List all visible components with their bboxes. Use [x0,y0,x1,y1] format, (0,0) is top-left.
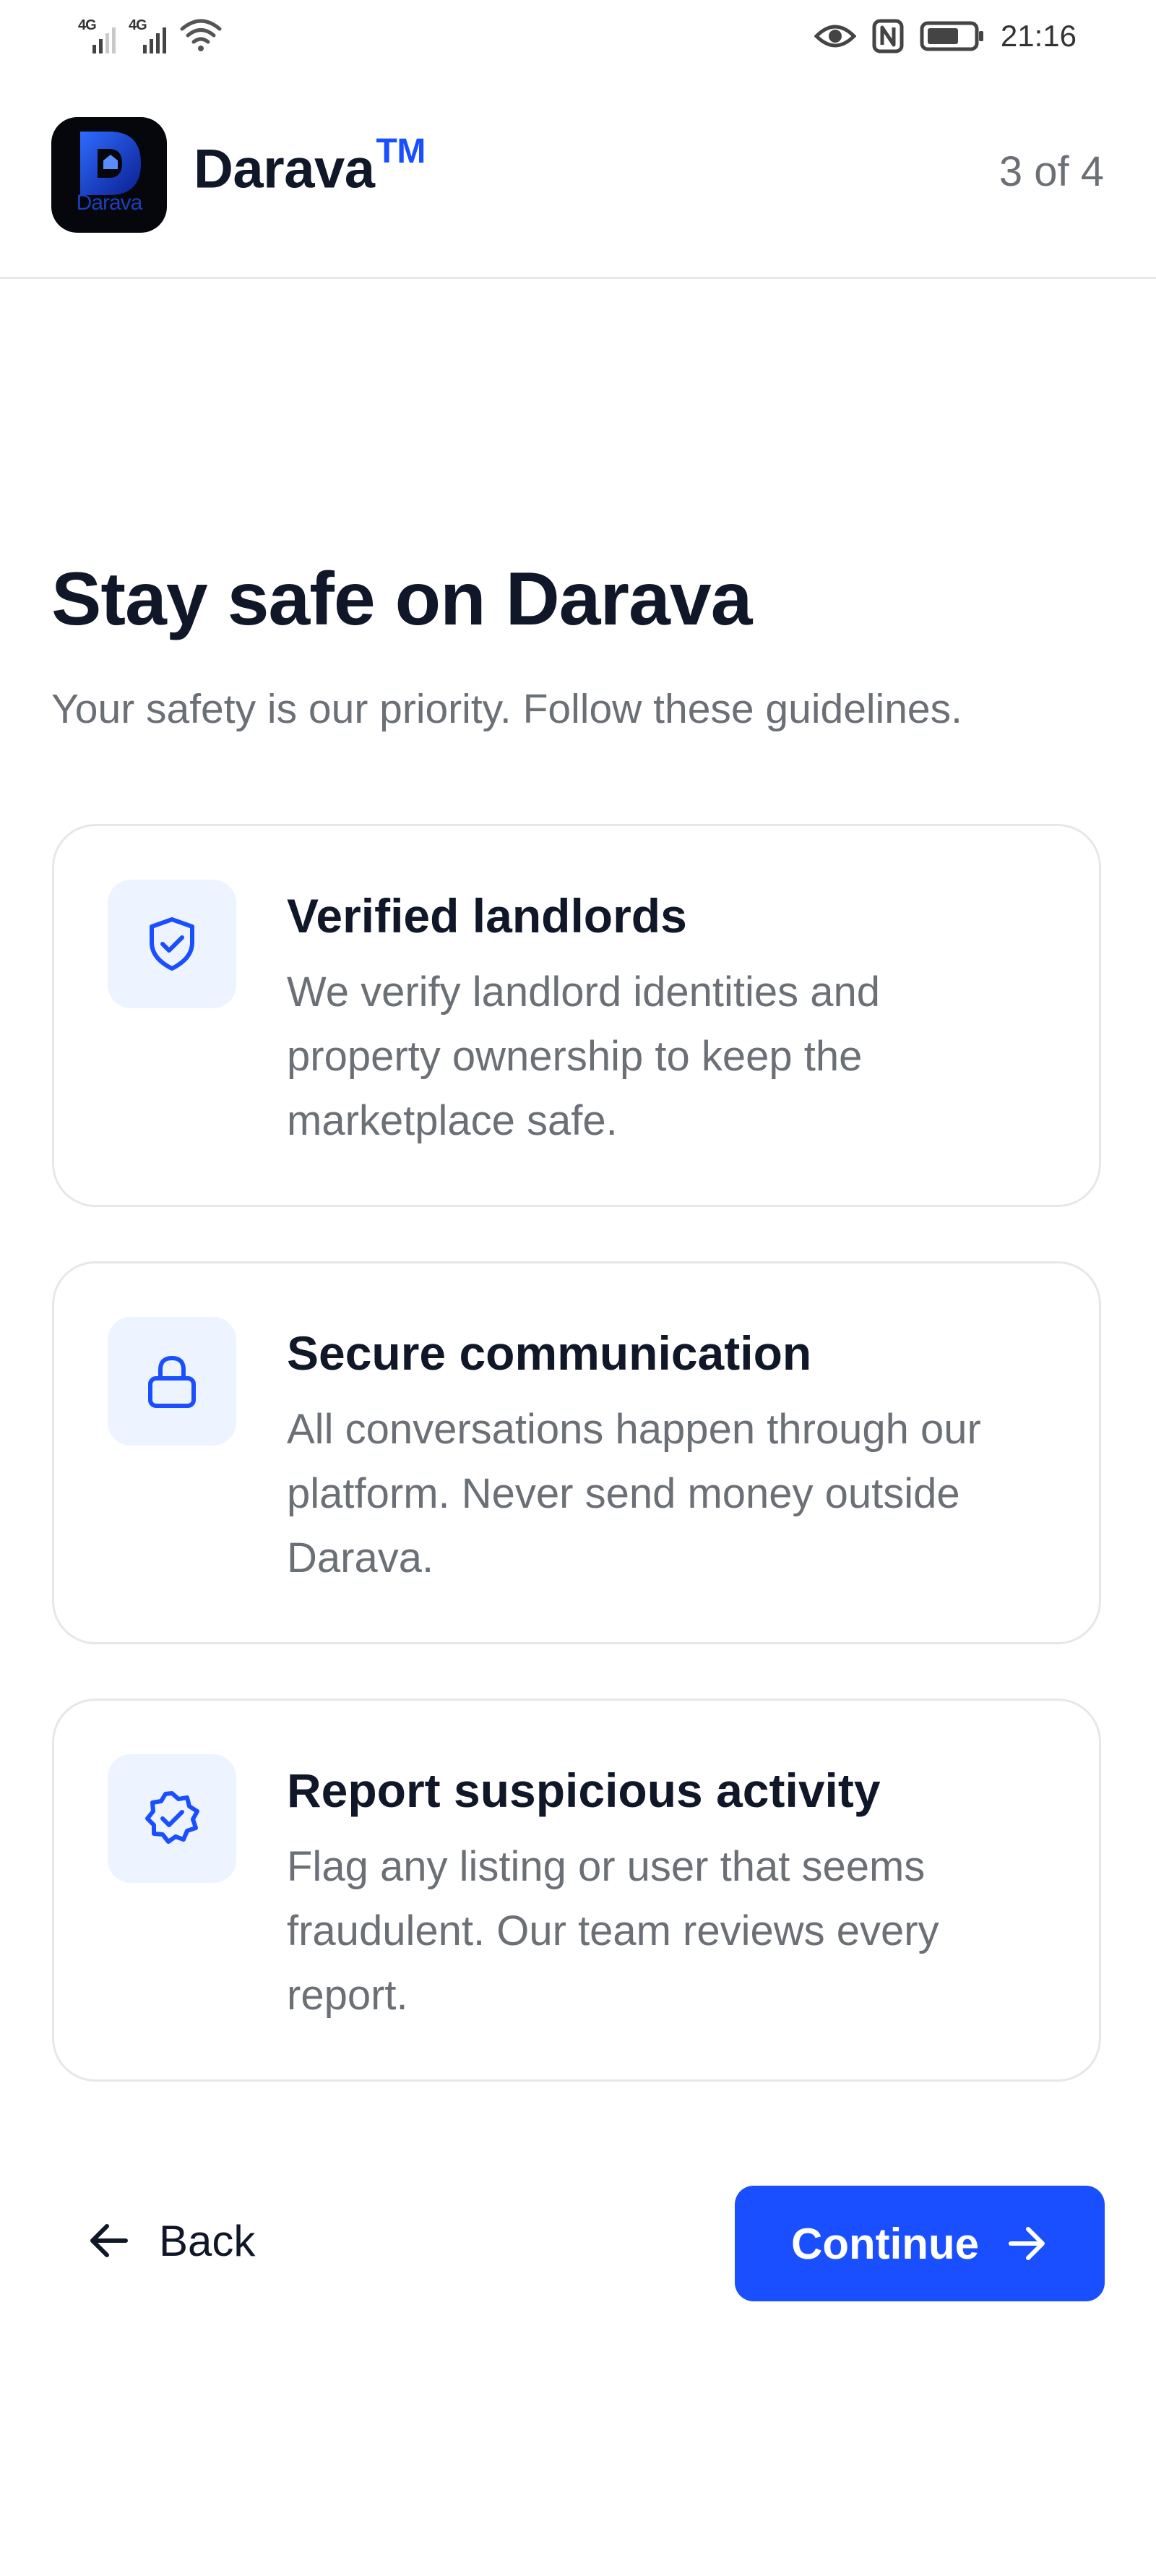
safety-card-report-suspicious-activity: Report suspicious activity Flag any list… [52,1699,1101,2082]
trademark-mark: TM [376,132,426,171]
safety-card-secure-communication: Secure communication All conversations h… [52,1261,1101,1644]
page-title: Stay safe on Darava [51,557,753,641]
card-title: Report suspicious activity [287,1764,881,1817]
continue-button[interactable]: Continue [735,2186,1105,2301]
card-icon-container [108,1317,236,1446]
step-indicator: 3 of 4 [998,148,1104,195]
nfc-icon [872,19,904,53]
signal-icon: 4G [78,16,118,53]
arrow-left-icon [90,2224,128,2257]
badge-check-icon [145,1791,199,1844]
card-title: Verified landlords [287,889,687,943]
back-button-label: Back [159,2216,256,2265]
card-description: All conversations happen through our pla… [287,1406,981,1581]
status-time: 21:16 [1000,19,1077,53]
lock-icon [148,1355,196,1408]
logo-d-icon [80,132,141,195]
signal-icon: 4G [129,16,169,53]
card-description: Flag any listing or user that seems frau… [287,1843,939,2019]
logo-wordmark: Darava [76,191,143,215]
page-subtitle: Your safety is our priority. Follow thes… [51,686,962,732]
arrow-right-icon [1008,2227,1045,2260]
back-button[interactable]: Back [87,2197,255,2284]
battery-icon [920,21,983,51]
onboarding-screen: 4G 4G 21:16 Darava DaravaTM 3 of 4 Stay … [0,0,1156,2576]
card-icon-container [108,1754,236,1883]
app-header: Darava DaravaTM 3 of 4 [0,108,1156,279]
card-icon-container [108,880,236,1008]
brand-name: DaravaTM [194,132,426,200]
status-bar-left: 4G 4G [78,16,223,53]
card-description: We verify landlord identities and proper… [287,969,881,1144]
brand-name-text: Darava [194,138,375,200]
continue-button-label: Continue [791,2219,979,2268]
wifi-icon [180,19,222,51]
status-bar-right: 21:16 [814,16,1077,56]
card-title: Secure communication [287,1326,812,1380]
status-bar: 4G 4G 21:16 [0,0,1156,72]
safety-card-verified-landlords: Verified landlords We verify landlord id… [52,824,1101,1207]
app-logo: Darava [51,117,167,233]
eye-icon [814,25,856,48]
shield-check-icon [150,917,194,971]
